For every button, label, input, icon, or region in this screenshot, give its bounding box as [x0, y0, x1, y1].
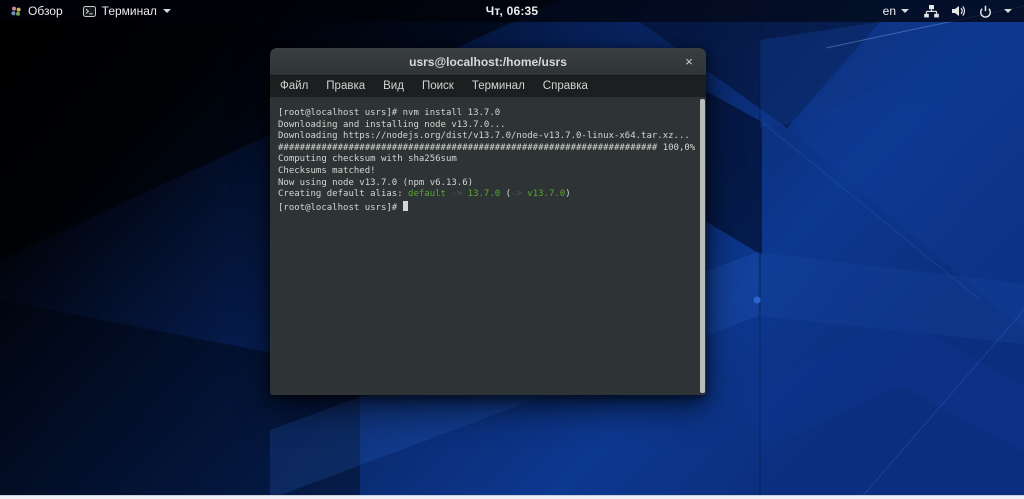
- language-switcher[interactable]: en: [883, 4, 909, 18]
- alias-name: default: [408, 189, 446, 200]
- close-button[interactable]: ×: [678, 48, 700, 75]
- system-status-area[interactable]: [924, 4, 1012, 18]
- window-menubar: Файл Правка Вид Поиск Терминал Справка: [270, 76, 706, 97]
- terminal-line: Now using node v13.7.0 (npm v6.13.6): [278, 177, 474, 188]
- alias-paren: (: [500, 189, 512, 200]
- chevron-down-icon: [901, 9, 909, 13]
- alias-arrow: ->: [445, 189, 468, 200]
- window-title: usrs@localhost:/home/usrs: [409, 54, 567, 69]
- terminal-line: Downloading and installing node v13.7.0.…: [278, 119, 506, 130]
- terminal-line: Computing checksum with sha256sum: [278, 154, 457, 165]
- terminal-app-menu[interactable]: Терминал: [82, 4, 171, 18]
- overview-label: Обзор: [28, 4, 63, 18]
- chevron-down-icon: [1004, 9, 1012, 13]
- terminal-prompt-line: [root@localhost usrs]#: [278, 200, 698, 215]
- terminal-scrollbar[interactable]: [700, 99, 705, 393]
- terminal-line: Downloading https://nodejs.org/dist/v13.…: [278, 131, 690, 142]
- chevron-down-icon: [162, 9, 171, 13]
- network-wired-icon: [924, 4, 939, 18]
- terminal-line: [root@localhost usrs]# nvm install 13.7.…: [278, 108, 501, 118]
- alias-arrow: ->: [511, 189, 528, 200]
- menu-file[interactable]: Файл: [271, 76, 317, 97]
- terminal-cursor: [402, 200, 408, 211]
- menu-help[interactable]: Справка: [534, 76, 597, 97]
- desktop: Обзор Терминал Чт, 06:35 en usrs@localho…: [0, 0, 1024, 499]
- terminal-screen[interactable]: [root@localhost usrs]# nvm install 13.7.…: [270, 97, 706, 395]
- terminal-window: usrs@localhost:/home/usrs × Файл Правка …: [270, 48, 706, 395]
- top-bar: Обзор Терминал Чт, 06:35 en: [0, 0, 1024, 22]
- language-label: en: [882, 4, 896, 18]
- menu-edit[interactable]: Правка: [317, 76, 374, 97]
- terminal-alias-line: Creating default alias: default -> 13.7.…: [278, 189, 698, 201]
- menu-search[interactable]: Поиск: [413, 76, 463, 97]
- menu-terminal[interactable]: Терминал: [463, 76, 534, 97]
- applications-pinwheel-icon: [10, 5, 22, 17]
- power-icon: [979, 5, 992, 18]
- terminal-line: Checksums matched!: [278, 165, 376, 176]
- window-titlebar[interactable]: usrs@localhost:/home/usrs ×: [270, 48, 706, 76]
- alias-resolved: v13.7.0: [527, 189, 566, 200]
- prompt-text: [root@localhost usrs]#: [278, 202, 403, 213]
- clock[interactable]: Чт, 06:35: [486, 4, 539, 18]
- terminal-icon: [82, 5, 96, 17]
- volume-icon: [951, 5, 967, 17]
- terminal-app-label: Терминал: [101, 4, 157, 18]
- terminal-progress-line: ########################################…: [278, 142, 696, 153]
- alias-version: 13.7.0: [467, 189, 501, 200]
- menu-view[interactable]: Вид: [374, 76, 413, 97]
- alias-prefix: Creating default alias:: [278, 189, 409, 200]
- bottom-edge-strip: [0, 495, 1024, 499]
- alias-paren: ): [565, 189, 571, 200]
- overview-button[interactable]: Обзор: [10, 4, 63, 18]
